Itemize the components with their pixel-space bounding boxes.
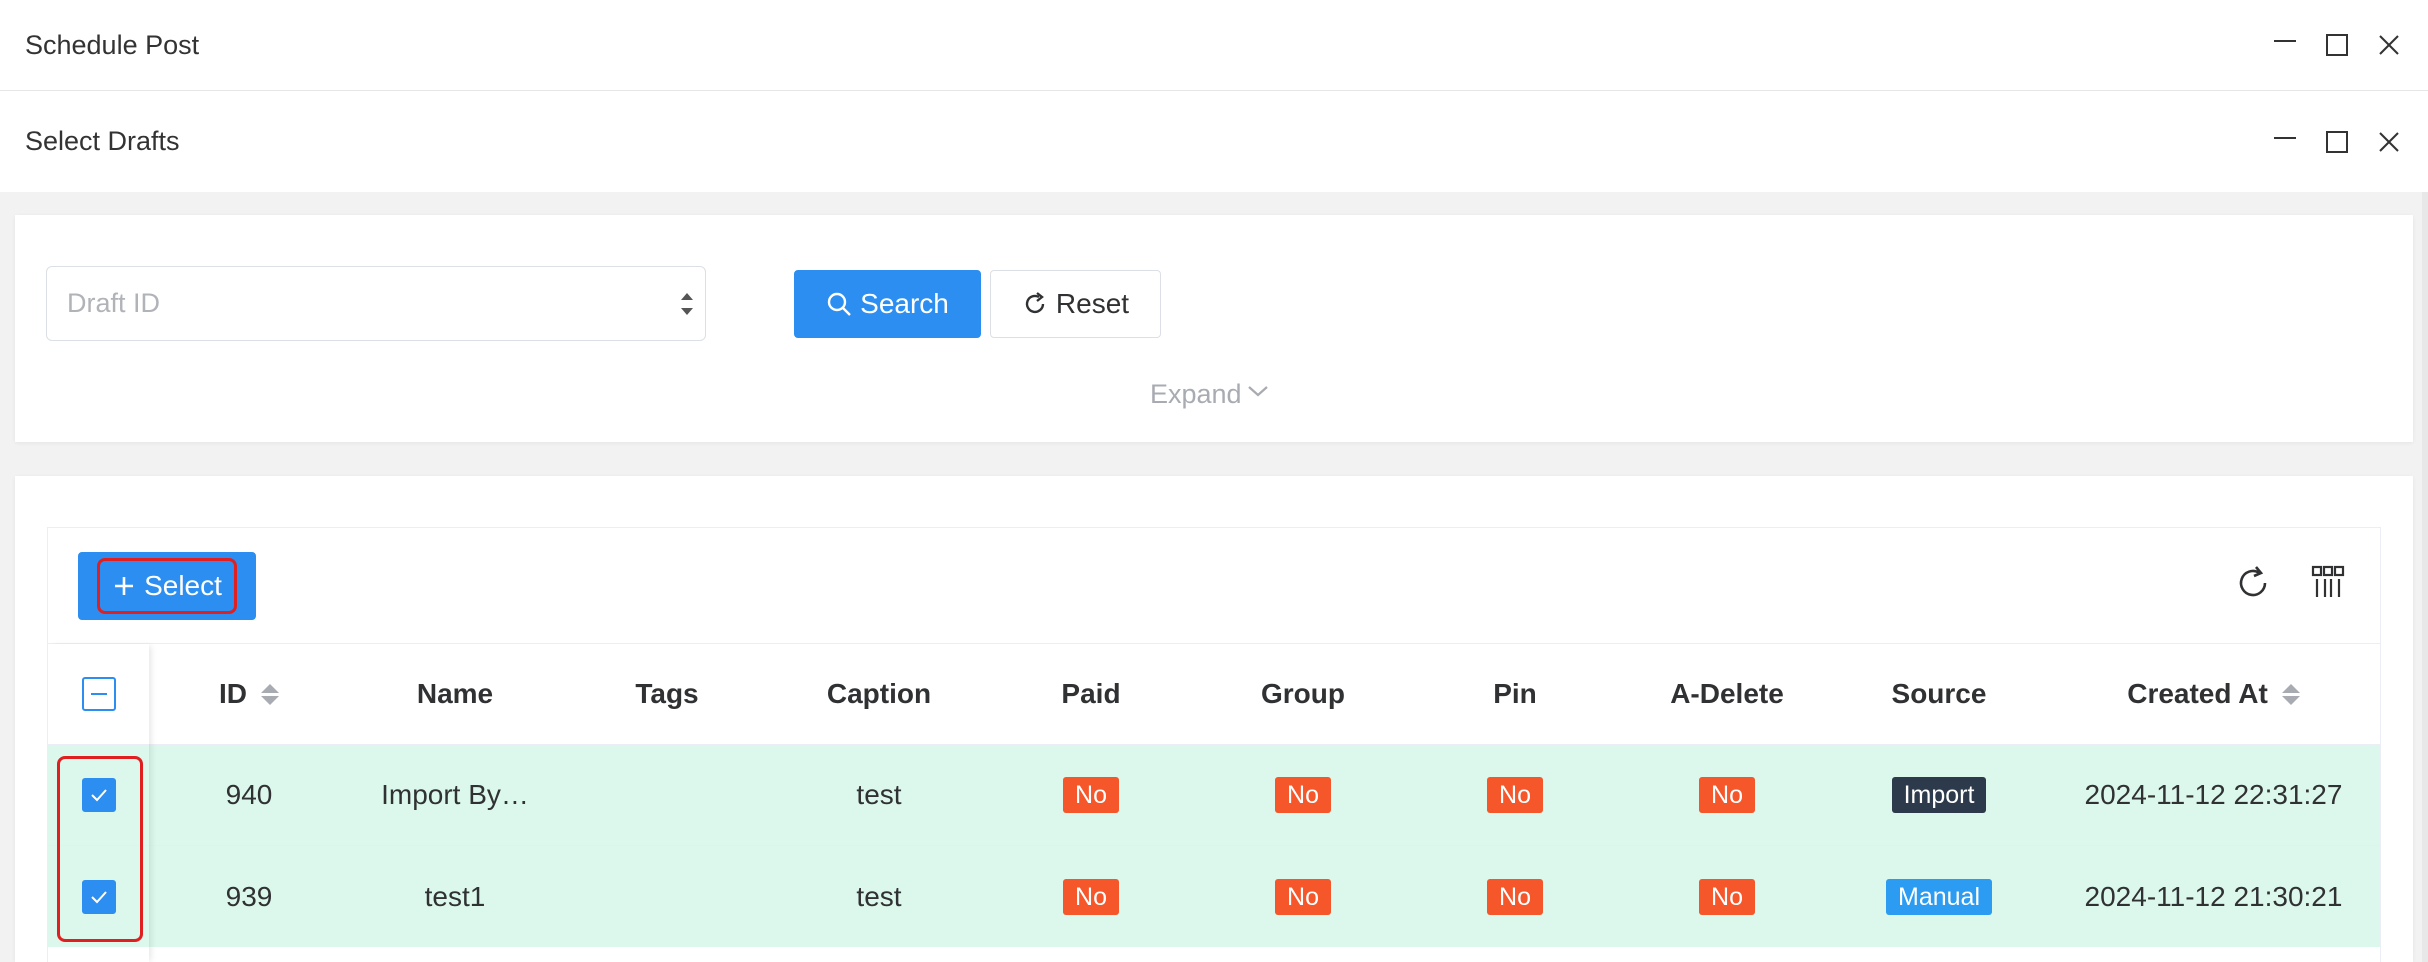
pin-badge: No: [1487, 878, 1543, 915]
table-header: ID Name Tags Caption Paid Group Pin A-De…: [48, 644, 2380, 745]
cell-caption: test: [856, 779, 902, 810]
refresh-icon: [1022, 291, 1048, 317]
sort-icon[interactable]: [2281, 683, 2300, 705]
reset-button-label: Reset: [1055, 288, 1130, 319]
cell-id: 939: [225, 880, 273, 912]
chevron-down-icon: [1246, 379, 1270, 410]
header-tags: Tags: [635, 678, 699, 709]
cell-tags: [561, 745, 773, 845]
pin-badge: No: [1487, 777, 1543, 813]
table-row[interactable]: 939 test1 test No No No No Manual 2024-1…: [48, 846, 2380, 947]
adelete-badge: No: [1699, 777, 1755, 813]
expand-label: Expand: [1150, 379, 1242, 409]
group-badge: No: [1275, 878, 1331, 915]
header-group: Group: [1261, 678, 1345, 709]
paid-badge: No: [1063, 878, 1119, 915]
paid-badge: No: [1063, 777, 1119, 813]
header-name: Name: [416, 678, 494, 709]
header-paid: Paid: [1061, 678, 1121, 709]
reset-button[interactable]: Reset: [990, 270, 1161, 338]
cell-created-at: 2024-11-12 22:31:27: [2084, 779, 2343, 810]
close-icon[interactable]: [2376, 129, 2402, 155]
dialog-title: Select Drafts: [25, 126, 180, 156]
table-row[interactable]: 940 Import By… test No No No No Import 2…: [48, 745, 2380, 846]
cell-id: 940: [225, 779, 273, 810]
header-caption: Caption: [826, 678, 932, 709]
refresh-icon[interactable]: [2235, 565, 2271, 601]
source-badge: Manual: [1886, 878, 1992, 915]
select-drafts-titlebar: Select Drafts: [0, 91, 2428, 192]
plus-icon: [112, 574, 136, 598]
cell-created-at: 2024-11-12 21:30:21: [2084, 880, 2343, 912]
header-adelete: A-Delete: [1670, 678, 1784, 709]
cell-name: Import By…: [381, 779, 529, 810]
column-settings-icon[interactable]: [2311, 565, 2345, 601]
window-controls: [2272, 0, 2402, 90]
row-checkbox[interactable]: [81, 778, 116, 812]
minimize-icon[interactable]: [2272, 32, 2298, 58]
window-title: Schedule Post: [25, 29, 200, 60]
scrollbar[interactable]: [2422, 192, 2428, 962]
adelete-badge: No: [1699, 878, 1755, 915]
header-pin: Pin: [1493, 678, 1537, 709]
cell-tags: [561, 846, 773, 947]
table-panel: Select ID Name Tags Caption Paid Group P…: [15, 476, 2413, 962]
select-all-checkbox[interactable]: [81, 677, 116, 711]
drafts-table: Select ID Name Tags Caption Paid Group P…: [47, 527, 2381, 962]
row-checkbox[interactable]: [81, 879, 116, 914]
number-spinner[interactable]: [673, 273, 701, 335]
sort-icon[interactable]: [261, 683, 279, 705]
schedule-post-titlebar: Schedule Post: [0, 0, 2428, 91]
cell-caption: test: [856, 880, 902, 912]
search-panel: Search Reset Expand: [15, 215, 2413, 442]
toolbar-icons: [2235, 565, 2345, 601]
header-created-at[interactable]: Created At: [2045, 644, 2382, 744]
maximize-icon[interactable]: [2324, 32, 2350, 58]
search-button[interactable]: Search: [794, 270, 981, 338]
search-icon: [826, 291, 852, 317]
search-button-label: Search: [860, 288, 949, 319]
table-toolbar: Select: [48, 528, 2380, 644]
maximize-icon[interactable]: [2324, 129, 2350, 155]
group-badge: No: [1275, 777, 1331, 813]
cell-name: test1: [424, 880, 486, 912]
expand-toggle[interactable]: Expand: [1150, 379, 1270, 410]
draft-id-input[interactable]: [67, 267, 647, 340]
close-icon[interactable]: [2376, 32, 2402, 58]
draft-id-field[interactable]: [46, 266, 706, 341]
header-source: Source: [1891, 678, 1987, 709]
minimize-icon[interactable]: [2272, 129, 2298, 155]
header-id[interactable]: ID: [149, 644, 349, 744]
select-button[interactable]: Select: [78, 552, 256, 620]
select-button-label: Select: [144, 570, 222, 601]
source-badge: Import: [1891, 777, 1987, 813]
dialog-controls: [2272, 91, 2402, 192]
